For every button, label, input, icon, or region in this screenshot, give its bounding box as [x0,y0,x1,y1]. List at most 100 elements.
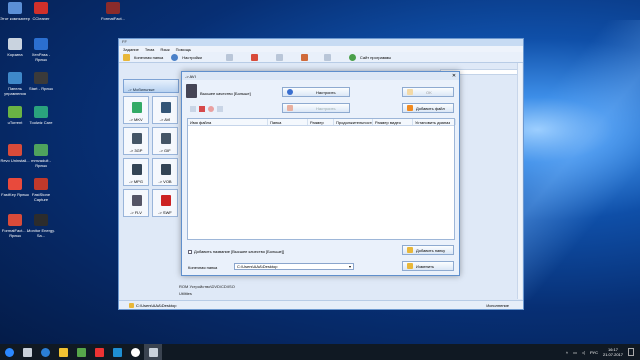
ok-button[interactable]: OK [402,87,454,97]
format-icon [132,133,142,144]
yandex-browser-icon[interactable] [126,344,144,360]
info-icon[interactable] [217,106,223,112]
network-icon[interactable]: ▭ [573,350,577,355]
taskbar-glyph [40,347,50,357]
desktop-icon[interactable]: Start - Ярлык [26,72,56,91]
format-button[interactable]: -> AVI [152,96,178,124]
notifications-icon[interactable] [628,348,634,356]
audio-icon [287,105,293,111]
app-icon [8,2,22,14]
app-icon [106,2,120,14]
settings-button[interactable]: Настройки [182,55,202,60]
app-icon [34,72,48,84]
delete-icon[interactable] [199,106,205,112]
store-icon[interactable] [72,344,90,360]
format-label: -> MPG [129,179,143,184]
format-label: -> AVI [159,117,171,122]
setup-disabled-button[interactable]: Настроить [282,103,350,113]
rom-device-item[interactable]: ROM Устройство\DVD\CD\ISO [179,283,235,290]
format-sidebar: -> Мобильные -> MKV -> AVI -> 3GP -> GIF -> … [123,79,179,271]
col-folder[interactable]: Папка [268,119,308,125]
list-tools [190,106,223,112]
start-button-icon[interactable] [0,344,18,360]
desktop-icon[interactable]: FastStone Capture [26,178,56,202]
format-label: -> FLV [130,210,142,215]
utilities-item[interactable]: Utilities [179,290,235,297]
format-icon [161,102,171,113]
edge-icon[interactable] [36,344,54,360]
remove-icon[interactable] [225,53,233,61]
desktop-icon[interactable]: Toolwiz Care [26,106,56,125]
play-icon[interactable] [208,106,214,112]
menu-item-theme[interactable]: Тема [145,47,154,52]
status-path[interactable]: C:\Users\AAA\Desktop [136,303,176,308]
add-file-label: Добавить файл [416,105,445,111]
site-button[interactable]: Сайт программы [360,55,391,60]
taskbar-glyph [4,347,14,357]
output-folder-button[interactable]: Конечная папка [134,55,163,60]
category-mobile-button[interactable]: -> Мобильные [123,79,179,93]
format-label: -> 3GP [129,148,143,153]
pause-icon[interactable] [323,53,331,61]
checkbox-box[interactable] [188,249,192,254]
desktop-icon-label: Toolwiz Care [29,120,53,125]
app-icon [34,38,48,50]
app-icon [34,178,48,190]
desktop-icon[interactable]: CCleaner [26,2,56,21]
taskbar-glyph [22,347,32,357]
format-button[interactable]: -> GIF [152,127,178,155]
add-folder-button[interactable]: Добавить папку [402,245,454,255]
yandex-search-icon[interactable] [90,344,108,360]
plus-icon [407,105,413,111]
col-size[interactable]: Размер [308,119,334,125]
col-range[interactable]: Установить диапаз [413,119,456,125]
format-button[interactable]: -> MPG [123,158,149,186]
file-table[interactable]: Имя файла Папка Размер Продолжительность… [187,118,456,240]
clock[interactable]: 16:17 21.07.2017 [603,347,623,357]
remove-icon[interactable] [190,106,196,112]
start-icon[interactable] [300,53,308,61]
taskbar-glyph [130,347,140,357]
taskbar: ˄ ▭ ◁ РУС 16:17 21.07.2017 [0,344,640,360]
formatfactory-icon[interactable] [144,344,162,360]
stop-icon[interactable] [275,53,283,61]
format-button[interactable]: -> SWF [152,189,178,217]
format-button[interactable]: -> FLV [123,189,149,217]
ok-button-label: OK [426,89,432,95]
format-button[interactable]: -> VOB [152,158,178,186]
app-icon [8,144,22,156]
change-button[interactable]: Изменить [402,261,454,271]
format-icon [132,195,142,206]
task-view-icon[interactable] [18,344,36,360]
add-name-checkbox[interactable]: Добавить название [Высшее качество [Боль… [188,249,284,254]
menu-item-task[interactable]: Задание [123,47,139,52]
format-button[interactable]: -> 3GP [123,127,149,155]
desktop-icon[interactable]: FormatFact... [98,2,128,21]
volume-icon[interactable]: ◁ [582,350,585,355]
menu-item-language[interactable]: Язык [160,47,169,52]
clear-list-icon[interactable] [250,53,258,61]
menu-item-help[interactable]: Помощь [176,47,191,52]
col-video-size[interactable]: Размер видео [373,119,413,125]
avi-conversion-dialog: -> AVI ✕ Высшее качество [Больше] Настро… [181,71,460,276]
format-button[interactable]: -> MKV [123,96,149,124]
explorer-icon[interactable] [54,344,72,360]
close-icon[interactable]: ✕ [449,73,459,79]
app-icon [8,214,22,226]
globe-icon [348,53,356,61]
folder-icon [129,302,134,308]
desktop-icon[interactable]: Monitor Energy. Sa... [26,214,56,238]
setup-button-label: Настроить [316,89,336,95]
desktop-icon[interactable]: mmvaduit - Ярлык [26,144,56,168]
desktop-icon[interactable]: XenPass - Ярлык [26,38,56,62]
col-duration[interactable]: Продолжительность [334,119,373,125]
vertical-scrollbar[interactable] [517,63,522,299]
chevron-up-icon[interactable]: ˄ [566,350,568,355]
language-indicator[interactable]: РУС [590,350,598,355]
taskbar-glyph [112,347,122,357]
add-file-button[interactable]: Добавить файл [402,103,454,113]
col-filename[interactable]: Имя файла [188,119,268,125]
setup-button[interactable]: Настроить [282,87,350,97]
app-skype-icon[interactable] [108,344,126,360]
destination-select[interactable]: C:\Users\AAA\Desktop [234,263,354,270]
